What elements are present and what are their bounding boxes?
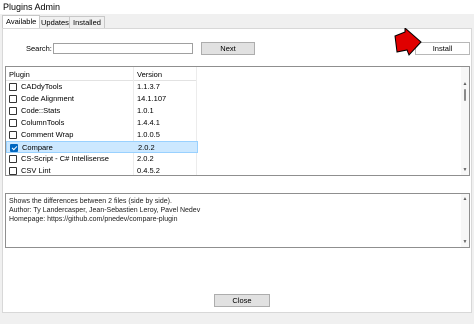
description-scrollbar[interactable]: ▲ ▼ — [461, 194, 469, 247]
list-scrollbar[interactable]: ▲ ▼ — [461, 67, 469, 175]
scroll-down-arrow-icon[interactable]: ▼ — [462, 167, 468, 173]
plugin-description-box[interactable]: Shows the differences between 2 files (s… — [5, 193, 470, 248]
plugin-name: ColumnTools — [21, 118, 65, 127]
column-header-plugin[interactable]: Plugin — [9, 70, 30, 79]
plugin-name: Comment Wrap — [21, 130, 74, 139]
scroll-down-arrow-icon[interactable]: ▼ — [462, 239, 468, 245]
plugins-admin-window: Plugins Admin Available Updates Installe… — [0, 0, 474, 324]
list-item[interactable]: CSV Lint 0.4.5.2 — [6, 165, 198, 175]
plugin-version: 14.1.107 — [137, 94, 167, 103]
list-item[interactable]: ColumnTools 1.4.4.1 — [6, 117, 198, 129]
plugin-name: Code Alignment — [21, 94, 74, 103]
list-item-selected[interactable]: Compare 2.0.2 — [6, 141, 198, 153]
list-item[interactable]: CADdyTools 1.1.3.7 — [6, 81, 198, 93]
list-item[interactable]: Comment Wrap 1.0.0.5 — [6, 129, 198, 141]
description-homepage: Homepage: https://github.com/pnedev/comp… — [9, 216, 178, 223]
tab-updates[interactable]: Updates — [37, 16, 73, 28]
list-header: Plugin Version — [6, 67, 196, 81]
checkbox[interactable] — [9, 83, 17, 91]
scroll-up-arrow-icon[interactable]: ▲ — [462, 81, 468, 87]
red-arrow-icon — [394, 28, 422, 56]
plugin-version: 2.0.2 — [138, 143, 155, 152]
tab-available[interactable]: Available — [2, 15, 41, 28]
list-item[interactable]: Code::Stats 1.0.1 — [6, 105, 198, 117]
search-label: Search: — [26, 44, 52, 53]
close-button[interactable]: Close — [214, 294, 270, 307]
title-bar[interactable]: Plugins Admin — [0, 0, 474, 14]
description-text: Shows the differences between 2 files (s… — [9, 198, 172, 205]
tab-installed[interactable]: Installed — [69, 16, 105, 28]
checkbox[interactable] — [9, 107, 17, 115]
plugin-list[interactable]: Plugin Version CADdyTools 1.1.3.7 Code A… — [5, 66, 470, 176]
plugin-name: CADdyTools — [21, 82, 63, 91]
column-header-version[interactable]: Version — [137, 70, 162, 79]
checkbox[interactable] — [9, 95, 17, 103]
plugin-version: 1.1.3.7 — [137, 82, 160, 91]
plugin-name: Code::Stats — [21, 106, 61, 115]
plugin-version: 1.0.1 — [137, 106, 154, 115]
checkbox[interactable] — [9, 119, 17, 127]
plugin-name: CSV Lint — [21, 166, 51, 175]
plugin-name: Compare — [22, 143, 53, 152]
next-button[interactable]: Next — [201, 42, 255, 55]
scrollbar-thumb[interactable] — [464, 89, 466, 101]
install-button[interactable]: Install — [415, 42, 470, 55]
plugin-version: 1.4.4.1 — [137, 118, 160, 127]
plugin-version: 1.0.0.5 — [137, 130, 160, 139]
plugin-version: 2.0.2 — [137, 154, 154, 163]
plugin-version: 0.4.5.2 — [137, 166, 160, 175]
checkbox[interactable] — [9, 155, 17, 163]
window-title: Plugins Admin — [3, 2, 61, 12]
plugin-name: CS-Script - C# Intellisense — [21, 154, 109, 163]
checkbox[interactable] — [9, 131, 17, 139]
checkbox[interactable] — [9, 167, 17, 175]
scroll-up-arrow-icon[interactable]: ▲ — [462, 196, 468, 202]
search-input[interactable] — [53, 43, 193, 54]
description-author: Author: Ty Landercasper, Jean-Sebastien … — [9, 207, 201, 214]
list-item[interactable]: CS-Script - C# Intellisense 2.0.2 — [6, 153, 198, 165]
checkbox-checked[interactable] — [10, 144, 18, 152]
list-item[interactable]: Code Alignment 14.1.107 — [6, 93, 198, 105]
